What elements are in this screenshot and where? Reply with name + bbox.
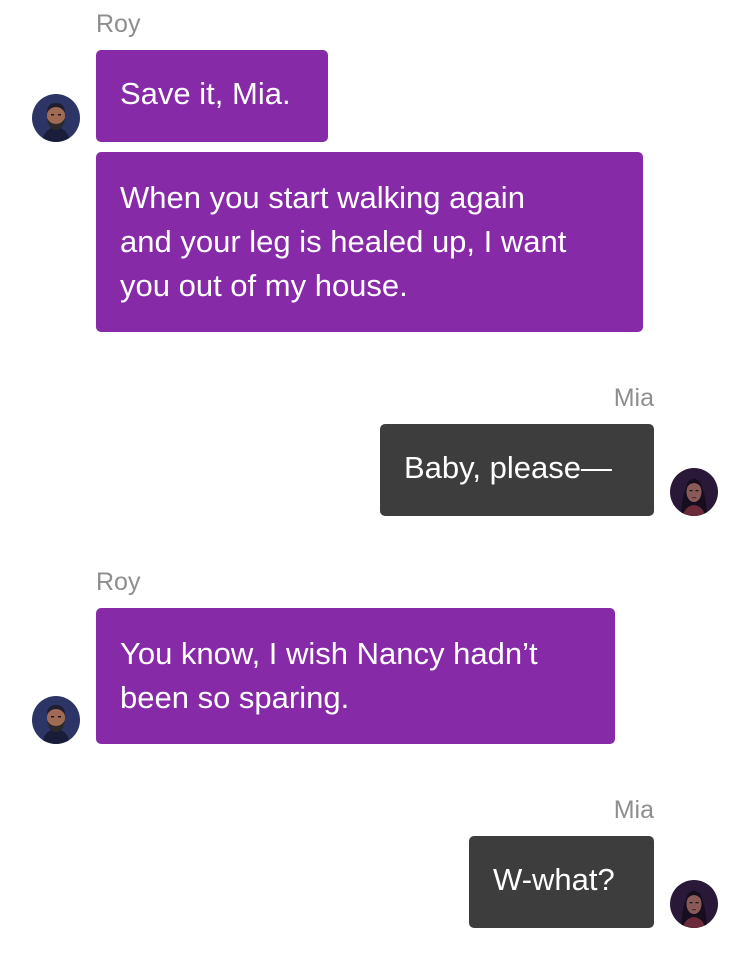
mia-avatar-icon[interactable]	[670, 468, 718, 516]
roy-avatar-icon[interactable]	[32, 696, 80, 744]
message-text-line: When you start walking again	[120, 180, 525, 215]
message-text-line: you out of my house.	[120, 268, 408, 303]
message-text: W-what?	[493, 862, 615, 897]
message-text-line: and your leg is healed up, I want	[120, 224, 567, 259]
message-bubble-roy[interactable]: When you start walking again and your le…	[96, 152, 643, 332]
message-text: Baby, please—	[404, 450, 612, 485]
message-text-line: You know, I wish Nancy hadn’t	[120, 636, 538, 671]
message-bubble-roy[interactable]: Save it, Mia.	[96, 50, 328, 142]
message-bubble-mia[interactable]: Baby, please—	[380, 424, 654, 516]
sender-label-mia: Mia	[613, 796, 654, 824]
message-bubble-roy[interactable]: You know, I wish Nancy hadn’t been so sp…	[96, 608, 615, 744]
sender-label-roy: Roy	[96, 568, 141, 596]
mia-avatar-icon[interactable]	[670, 880, 718, 928]
sender-label-mia: Mia	[613, 384, 654, 412]
sender-label-roy: Roy	[96, 10, 141, 38]
message-text: Save it, Mia.	[120, 76, 291, 111]
roy-avatar-icon[interactable]	[32, 94, 80, 142]
message-text-line: been so sparing.	[120, 680, 350, 715]
message-bubble-mia[interactable]: W-what?	[469, 836, 654, 928]
